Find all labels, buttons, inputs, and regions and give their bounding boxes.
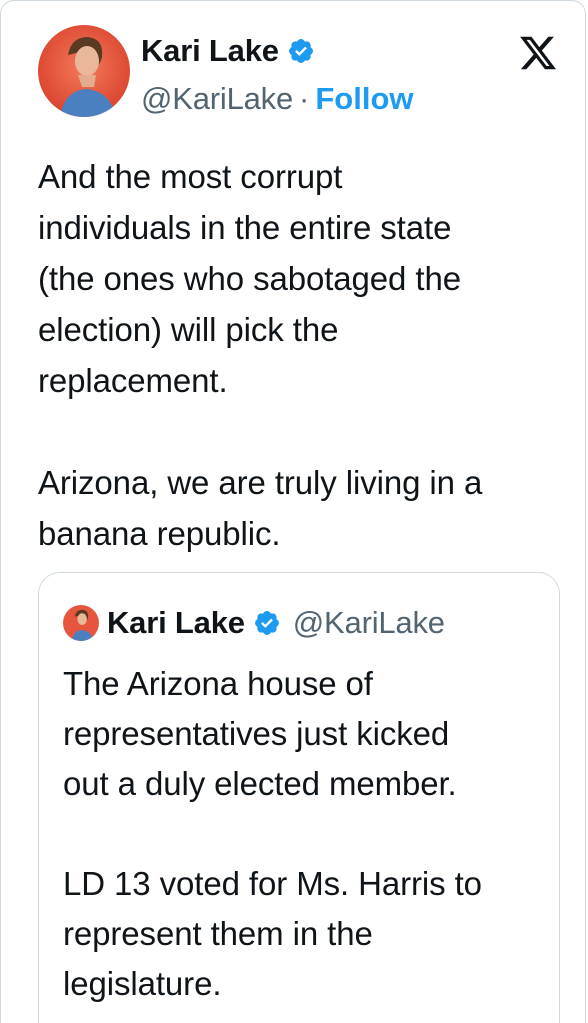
author-handle-row: @KariLake · Follow <box>141 81 414 117</box>
quoted-tweet-header: Kari Lake @KariLake <box>63 603 445 643</box>
tweet-body-text: And the most corrupt individuals in the … <box>38 158 483 552</box>
x-logo-icon[interactable] <box>518 33 558 73</box>
author-handle[interactable]: @KariLake <box>141 81 293 117</box>
quoted-author-avatar <box>63 605 99 641</box>
author-display-name[interactable]: Kari Lake <box>141 33 279 69</box>
author-avatar[interactable] <box>38 25 130 117</box>
quoted-author-handle: @KariLake <box>292 605 445 640</box>
tweet-header: Kari Lake @KariLake · Follow <box>38 25 558 117</box>
author-name-row: Kari Lake <box>141 31 315 71</box>
verified-badge-icon <box>287 37 315 65</box>
quoted-author-display-name: Kari Lake <box>107 605 245 640</box>
quoted-tweet[interactable]: Kari Lake @KariLake The Arizona house of… <box>38 572 560 1023</box>
quoted-tweet-body-text: The Arizona house of representatives jus… <box>63 665 482 1002</box>
separator-dot: · <box>299 81 310 116</box>
tweet-card: Kari Lake @KariLake · Follow And the mos… <box>0 0 586 1023</box>
quoted-verified-badge-icon <box>253 609 281 637</box>
follow-button[interactable]: Follow <box>315 81 413 117</box>
